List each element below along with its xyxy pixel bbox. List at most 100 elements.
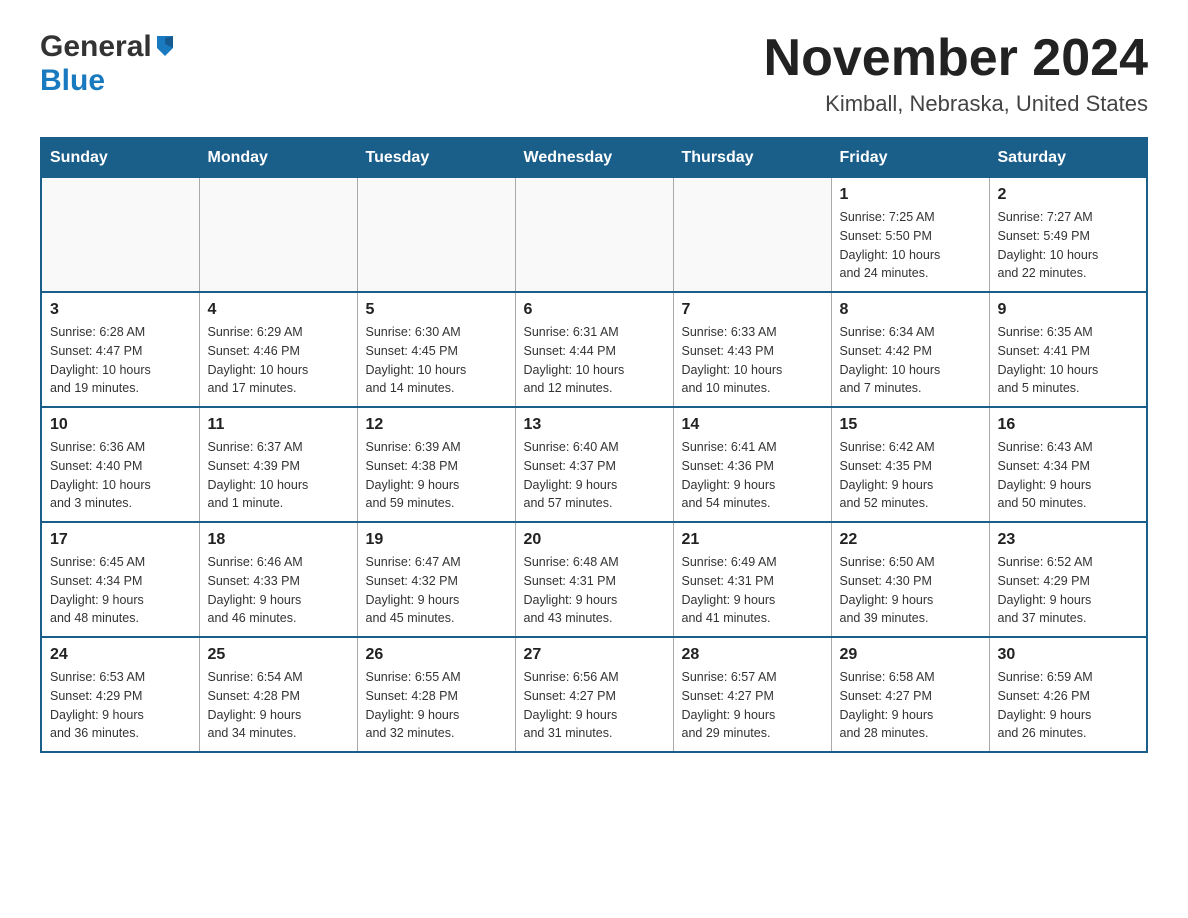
day-number: 17 bbox=[50, 531, 191, 549]
calendar-week-row: 1 Sunrise: 7:25 AM Sunset: 5:50 PM Daylig… bbox=[41, 178, 1147, 293]
calendar-day-cell: 17 Sunrise: 6:45 AM Sunset: 4:34 PM Dayli… bbox=[41, 522, 199, 637]
day-info: Sunrise: 6:31 AM Sunset: 4:44 PM Dayligh… bbox=[524, 323, 665, 398]
day-number: 30 bbox=[998, 646, 1139, 664]
calendar-day-cell: 24 Sunrise: 6:53 AM Sunset: 4:29 PM Dayli… bbox=[41, 637, 199, 752]
day-info: Sunrise: 6:57 AM Sunset: 4:27 PM Dayligh… bbox=[682, 668, 823, 743]
calendar-day-cell bbox=[357, 178, 515, 293]
calendar-day-header: Friday bbox=[831, 138, 989, 178]
calendar-day-cell: 16 Sunrise: 6:43 AM Sunset: 4:34 PM Dayli… bbox=[989, 407, 1147, 522]
day-number: 11 bbox=[208, 416, 349, 434]
day-info: Sunrise: 6:43 AM Sunset: 4:34 PM Dayligh… bbox=[998, 438, 1139, 513]
calendar-day-cell: 25 Sunrise: 6:54 AM Sunset: 4:28 PM Dayli… bbox=[199, 637, 357, 752]
calendar-day-cell: 6 Sunrise: 6:31 AM Sunset: 4:44 PM Daylig… bbox=[515, 292, 673, 407]
calendar-day-cell: 5 Sunrise: 6:30 AM Sunset: 4:45 PM Daylig… bbox=[357, 292, 515, 407]
calendar-day-cell: 8Sunrise: 6:34 AM Sunset: 4:42 PM Daylig… bbox=[831, 292, 989, 407]
calendar-day-cell bbox=[673, 178, 831, 293]
day-number: 19 bbox=[366, 531, 507, 549]
logo: General Blue bbox=[40, 30, 177, 98]
day-number: 4 bbox=[208, 301, 349, 319]
calendar-day-cell bbox=[199, 178, 357, 293]
day-info: Sunrise: 6:52 AM Sunset: 4:29 PM Dayligh… bbox=[998, 553, 1139, 628]
calendar-week-row: 3 Sunrise: 6:28 AM Sunset: 4:47 PM Daylig… bbox=[41, 292, 1147, 407]
day-number: 25 bbox=[208, 646, 349, 664]
calendar-day-cell: 3 Sunrise: 6:28 AM Sunset: 4:47 PM Daylig… bbox=[41, 292, 199, 407]
calendar-day-cell: 20Sunrise: 6:48 AM Sunset: 4:31 PM Dayli… bbox=[515, 522, 673, 637]
day-number: 3 bbox=[50, 301, 191, 319]
day-number: 26 bbox=[366, 646, 507, 664]
day-info: Sunrise: 7:25 AM Sunset: 5:50 PM Dayligh… bbox=[840, 208, 981, 283]
day-number: 5 bbox=[366, 301, 507, 319]
calendar-day-cell: 9 Sunrise: 6:35 AM Sunset: 4:41 PM Daylig… bbox=[989, 292, 1147, 407]
title-section: November 2024 Kimball, Nebraska, United … bbox=[764, 30, 1148, 117]
calendar-week-row: 24 Sunrise: 6:53 AM Sunset: 4:29 PM Dayli… bbox=[41, 637, 1147, 752]
calendar-day-cell: 19 Sunrise: 6:47 AM Sunset: 4:32 PM Dayli… bbox=[357, 522, 515, 637]
logo-general-text: General bbox=[40, 30, 152, 64]
day-number: 22 bbox=[840, 531, 981, 549]
day-number: 24 bbox=[50, 646, 191, 664]
calendar-day-cell: 15Sunrise: 6:42 AM Sunset: 4:35 PM Dayli… bbox=[831, 407, 989, 522]
calendar-table: SundayMondayTuesdayWednesdayThursdayFrid… bbox=[40, 137, 1148, 753]
calendar-day-cell: 23 Sunrise: 6:52 AM Sunset: 4:29 PM Dayli… bbox=[989, 522, 1147, 637]
day-info: Sunrise: 6:54 AM Sunset: 4:28 PM Dayligh… bbox=[208, 668, 349, 743]
calendar-day-header: Wednesday bbox=[515, 138, 673, 178]
logo-arrow-icon bbox=[155, 34, 177, 56]
day-number: 7 bbox=[682, 301, 823, 319]
day-info: Sunrise: 7:27 AM Sunset: 5:49 PM Dayligh… bbox=[998, 208, 1139, 283]
calendar-week-row: 17 Sunrise: 6:45 AM Sunset: 4:34 PM Dayli… bbox=[41, 522, 1147, 637]
day-number: 29 bbox=[840, 646, 981, 664]
calendar-day-cell: 2Sunrise: 7:27 AM Sunset: 5:49 PM Daylig… bbox=[989, 178, 1147, 293]
day-number: 23 bbox=[998, 531, 1139, 549]
day-number: 16 bbox=[998, 416, 1139, 434]
month-title: November 2024 bbox=[764, 30, 1148, 87]
day-info: Sunrise: 6:47 AM Sunset: 4:32 PM Dayligh… bbox=[366, 553, 507, 628]
day-number: 14 bbox=[682, 416, 823, 434]
calendar-day-cell: 30 Sunrise: 6:59 AM Sunset: 4:26 PM Dayli… bbox=[989, 637, 1147, 752]
calendar-header-row: SundayMondayTuesdayWednesdayThursdayFrid… bbox=[41, 138, 1147, 178]
calendar-day-cell: 29Sunrise: 6:58 AM Sunset: 4:27 PM Dayli… bbox=[831, 637, 989, 752]
calendar-day-cell bbox=[515, 178, 673, 293]
calendar-day-cell: 22 Sunrise: 6:50 AM Sunset: 4:30 PM Dayli… bbox=[831, 522, 989, 637]
day-number: 10 bbox=[50, 416, 191, 434]
day-info: Sunrise: 6:33 AM Sunset: 4:43 PM Dayligh… bbox=[682, 323, 823, 398]
calendar-day-header: Monday bbox=[199, 138, 357, 178]
location-label: Kimball, Nebraska, United States bbox=[764, 91, 1148, 117]
day-info: Sunrise: 6:35 AM Sunset: 4:41 PM Dayligh… bbox=[998, 323, 1139, 398]
day-number: 27 bbox=[524, 646, 665, 664]
day-number: 13 bbox=[524, 416, 665, 434]
day-info: Sunrise: 6:49 AM Sunset: 4:31 PM Dayligh… bbox=[682, 553, 823, 628]
day-number: 6 bbox=[524, 301, 665, 319]
calendar-day-cell: 4Sunrise: 6:29 AM Sunset: 4:46 PM Daylig… bbox=[199, 292, 357, 407]
page-header: General Blue November 2024 Kimball, Nebr… bbox=[40, 30, 1148, 117]
calendar-day-header: Saturday bbox=[989, 138, 1147, 178]
day-info: Sunrise: 6:40 AM Sunset: 4:37 PM Dayligh… bbox=[524, 438, 665, 513]
day-number: 18 bbox=[208, 531, 349, 549]
calendar-day-cell: 12 Sunrise: 6:39 AM Sunset: 4:38 PM Dayli… bbox=[357, 407, 515, 522]
day-number: 8 bbox=[840, 301, 981, 319]
day-info: Sunrise: 6:45 AM Sunset: 4:34 PM Dayligh… bbox=[50, 553, 191, 628]
day-info: Sunrise: 6:50 AM Sunset: 4:30 PM Dayligh… bbox=[840, 553, 981, 628]
calendar-day-cell: 7 Sunrise: 6:33 AM Sunset: 4:43 PM Daylig… bbox=[673, 292, 831, 407]
day-info: Sunrise: 6:48 AM Sunset: 4:31 PM Dayligh… bbox=[524, 553, 665, 628]
day-info: Sunrise: 6:39 AM Sunset: 4:38 PM Dayligh… bbox=[366, 438, 507, 513]
calendar-day-cell: 21 Sunrise: 6:49 AM Sunset: 4:31 PM Dayli… bbox=[673, 522, 831, 637]
day-number: 28 bbox=[682, 646, 823, 664]
calendar-day-cell: 14Sunrise: 6:41 AM Sunset: 4:36 PM Dayli… bbox=[673, 407, 831, 522]
day-info: Sunrise: 6:53 AM Sunset: 4:29 PM Dayligh… bbox=[50, 668, 191, 743]
day-number: 21 bbox=[682, 531, 823, 549]
logo-blue-text: Blue bbox=[40, 64, 105, 97]
day-info: Sunrise: 6:28 AM Sunset: 4:47 PM Dayligh… bbox=[50, 323, 191, 398]
day-info: Sunrise: 6:42 AM Sunset: 4:35 PM Dayligh… bbox=[840, 438, 981, 513]
calendar-day-header: Tuesday bbox=[357, 138, 515, 178]
calendar-day-header: Thursday bbox=[673, 138, 831, 178]
calendar-day-header: Sunday bbox=[41, 138, 199, 178]
day-info: Sunrise: 6:36 AM Sunset: 4:40 PM Dayligh… bbox=[50, 438, 191, 513]
day-info: Sunrise: 6:55 AM Sunset: 4:28 PM Dayligh… bbox=[366, 668, 507, 743]
day-info: Sunrise: 6:59 AM Sunset: 4:26 PM Dayligh… bbox=[998, 668, 1139, 743]
day-info: Sunrise: 6:30 AM Sunset: 4:45 PM Dayligh… bbox=[366, 323, 507, 398]
day-number: 1 bbox=[840, 186, 981, 204]
calendar-day-cell bbox=[41, 178, 199, 293]
day-info: Sunrise: 6:46 AM Sunset: 4:33 PM Dayligh… bbox=[208, 553, 349, 628]
day-number: 9 bbox=[998, 301, 1139, 319]
calendar-day-cell: 28 Sunrise: 6:57 AM Sunset: 4:27 PM Dayli… bbox=[673, 637, 831, 752]
day-number: 12 bbox=[366, 416, 507, 434]
